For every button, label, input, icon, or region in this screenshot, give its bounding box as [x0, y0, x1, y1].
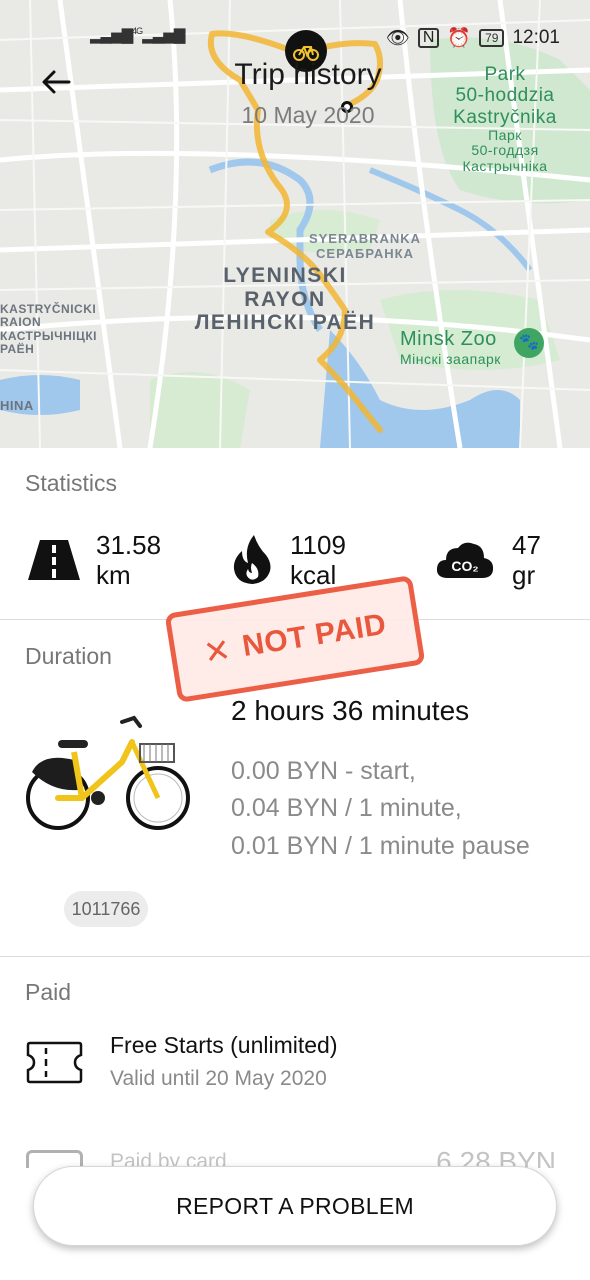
district-label: LYENINSKI RAYON ЛЕНІНСКІ РАЁН [194, 264, 376, 335]
nfc-icon: N [417, 28, 440, 48]
west-district-label: KASTRYČNICKI RAION КАСТРЫЧНІЦКІ РАЁН [0, 302, 97, 357]
rate-minute: 0.04 BYN / 1 minute, [231, 794, 462, 822]
page-title: Trip history [234, 58, 382, 91]
partial-paid-row: Paid by card 6.28 BYN [0, 1140, 590, 1168]
report-problem-button[interactable]: REPORT A PROBLEM [33, 1166, 557, 1246]
back-button[interactable] [36, 62, 76, 102]
west-partial-label: HINA [0, 398, 34, 413]
bike-id-badge: 1011766 [64, 891, 148, 927]
clock-time: 12:01 [512, 27, 560, 48]
paid-heading: Paid [25, 979, 72, 1005]
statistics-heading: Statistics [25, 470, 118, 496]
duration-total: 2 hours 36 minutes [231, 695, 470, 726]
signal-icon: ▂▃▅▇4G▂▃▅▇ [90, 26, 185, 44]
svg-text:CO₂: CO₂ [451, 558, 478, 574]
partial-paid-amount: 6.28 BYN [436, 1146, 556, 1168]
ticket-icon [26, 1041, 83, 1084]
trip-date: 10 May 2020 [241, 102, 375, 128]
rate-start: 0.00 BYN - start, [231, 757, 416, 785]
duration-heading: Duration [25, 643, 112, 669]
co2-stat: CO₂ 47 gr [436, 530, 541, 590]
neighborhood-label: SYERABRANKA СЕРАБРАНКА [308, 231, 422, 261]
battery-icon: 79 [479, 29, 505, 47]
status-bar: ▂▃▅▇4G▂▃▅▇ 👁 N ⏰ 79 12:01 [0, 22, 590, 52]
park-label: Park 50-hoddzia Kastryčnika Парк 50-годдзя К… [453, 64, 557, 175]
close-icon: ✕ [201, 631, 234, 672]
flame-icon [232, 534, 272, 586]
bike-image [26, 715, 190, 830]
alarm-icon: ⏰ [447, 28, 472, 49]
arrow-left-icon [42, 70, 71, 94]
paid-item-title: Free Starts (unlimited) [110, 1032, 338, 1058]
route-map[interactable]: LYENINSKI RAYON ЛЕНІНСКІ РАЁН SYERABRANKA С… [0, 0, 590, 448]
paid-item-subtitle: Valid until 20 May 2020 [110, 1067, 327, 1090]
not-paid-stamp: ✕ NOT PAID [164, 574, 426, 704]
stamp-text: NOT PAID [240, 607, 389, 664]
eye-icon: 👁 [385, 28, 410, 49]
paw-icon[interactable]: 🐾 [514, 328, 544, 358]
distance-stat: 31.58 km [28, 530, 161, 590]
calories-stat: 1109 kcal [232, 530, 346, 590]
rate-pause: 0.01 BYN / 1 minute pause [231, 832, 530, 860]
co2-cloud-icon: CO₂ [436, 534, 494, 586]
divider [0, 956, 590, 957]
road-icon [28, 534, 80, 586]
